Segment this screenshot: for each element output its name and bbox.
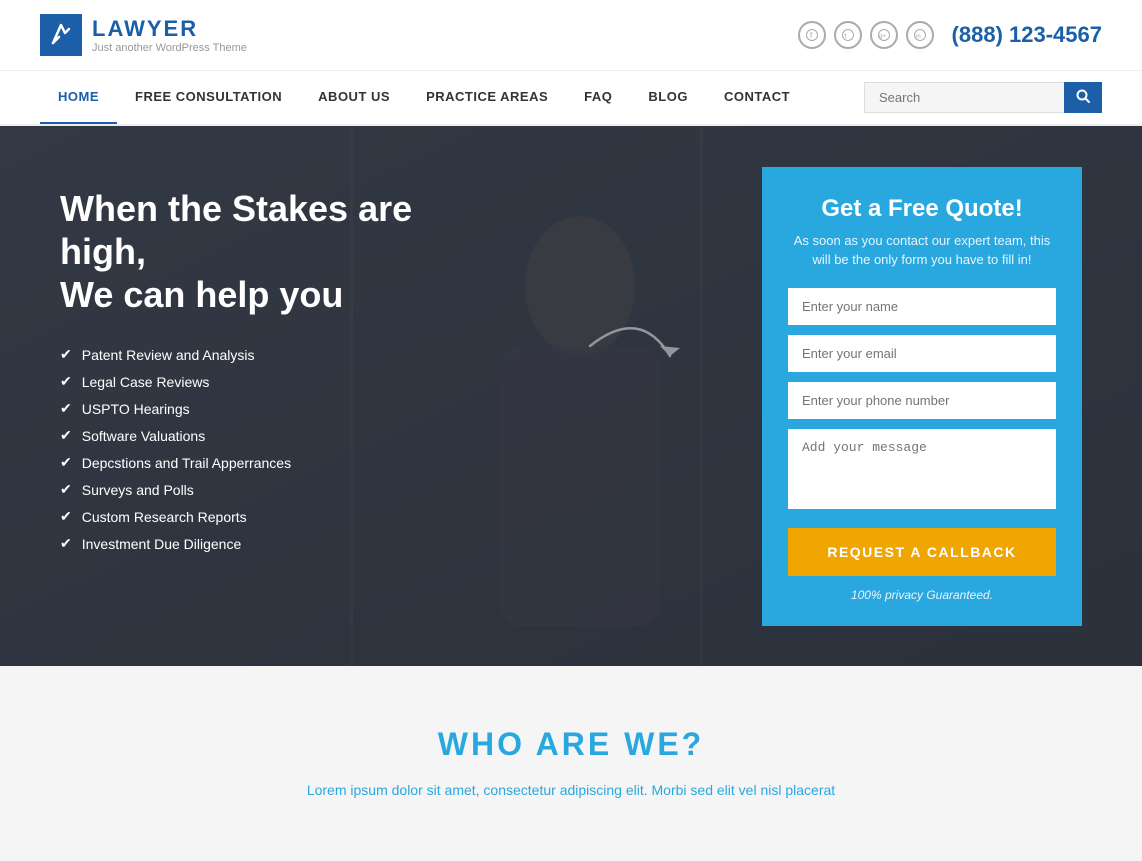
list-item: ✔Surveys and Polls bbox=[60, 481, 480, 498]
name-input[interactable] bbox=[788, 288, 1056, 325]
request-callback-button[interactable]: REQUEST A CALLBACK bbox=[788, 528, 1056, 576]
logo-title: LAWYER bbox=[92, 16, 247, 42]
who-text: Lorem ipsum dolor sit amet, consectetur … bbox=[221, 779, 921, 801]
nav-faq[interactable]: FAQ bbox=[566, 71, 630, 124]
who-title: WHO ARE WE? bbox=[40, 726, 1102, 763]
main-nav: HOME FREE CONSULTATION ABOUT US PRACTICE… bbox=[0, 71, 1142, 126]
list-item: ✔Depcstions and Trail Apperrances bbox=[60, 454, 480, 471]
checkmark-icon: ✔ bbox=[60, 427, 72, 444]
search-input[interactable] bbox=[864, 82, 1064, 113]
twitter-icon[interactable]: t bbox=[834, 21, 862, 49]
hero-list: ✔Patent Review and Analysis ✔Legal Case … bbox=[60, 346, 480, 552]
logo[interactable]: LAWYER Just another WordPress Theme bbox=[40, 14, 247, 56]
message-input[interactable] bbox=[788, 429, 1056, 509]
phone-number: (888) 123-4567 bbox=[952, 22, 1102, 48]
site-header: LAWYER Just another WordPress Theme f t bbox=[0, 0, 1142, 71]
logo-subtitle: Just another WordPress Theme bbox=[92, 42, 247, 54]
svg-text:t: t bbox=[844, 33, 846, 40]
nav-home[interactable]: HOME bbox=[40, 71, 117, 124]
googleplus-icon[interactable]: g+ bbox=[870, 21, 898, 49]
email-input[interactable] bbox=[788, 335, 1056, 372]
list-item: ✔Legal Case Reviews bbox=[60, 373, 480, 390]
list-item: ✔Custom Research Reports bbox=[60, 508, 480, 525]
facebook-icon[interactable]: f bbox=[798, 21, 826, 49]
svg-text:f: f bbox=[810, 31, 813, 40]
checkmark-icon: ✔ bbox=[60, 454, 72, 471]
quote-form-title: Get a Free Quote! bbox=[788, 195, 1056, 223]
logo-text: LAWYER Just another WordPress Theme bbox=[92, 16, 247, 54]
header-right: f t g+ in (888) bbox=[798, 21, 1102, 49]
nav-practice-areas[interactable]: PRACTICE AREAS bbox=[408, 71, 566, 124]
nav-free-consultation[interactable]: FREE CONSULTATION bbox=[117, 71, 300, 124]
phone-input[interactable] bbox=[788, 382, 1056, 419]
hero-headline: When the Stakes are high,We can help you bbox=[60, 187, 480, 317]
hero-section: When the Stakes are high,We can help you… bbox=[0, 126, 1142, 666]
checkmark-icon: ✔ bbox=[60, 481, 72, 498]
quote-form: Get a Free Quote! As soon as you contact… bbox=[762, 167, 1082, 626]
svg-text:g+: g+ bbox=[879, 34, 886, 40]
hero-content: When the Stakes are high,We can help you… bbox=[0, 127, 1142, 666]
logo-icon bbox=[40, 14, 82, 56]
checkmark-icon: ✔ bbox=[60, 535, 72, 552]
social-icons: f t g+ in bbox=[798, 21, 934, 49]
checkmark-icon: ✔ bbox=[60, 400, 72, 417]
nav-about-us[interactable]: ABOUT US bbox=[300, 71, 408, 124]
list-item: ✔Investment Due Diligence bbox=[60, 535, 480, 552]
checkmark-icon: ✔ bbox=[60, 508, 72, 525]
linkedin-icon[interactable]: in bbox=[906, 21, 934, 49]
nav-contact[interactable]: CONTACT bbox=[706, 71, 808, 124]
list-item: ✔Software Valuations bbox=[60, 427, 480, 444]
search-button[interactable] bbox=[1064, 82, 1102, 113]
list-item: ✔Patent Review and Analysis bbox=[60, 346, 480, 363]
svg-text:in: in bbox=[916, 34, 921, 40]
quote-form-subtitle: As soon as you contact our expert team, … bbox=[788, 231, 1056, 270]
checkmark-icon: ✔ bbox=[60, 346, 72, 363]
checkmark-icon: ✔ bbox=[60, 373, 72, 390]
hero-left: When the Stakes are high,We can help you… bbox=[60, 167, 480, 553]
search-area bbox=[864, 82, 1102, 113]
list-item: ✔USPTO Hearings bbox=[60, 400, 480, 417]
privacy-text: 100% privacy Guaranteed. bbox=[788, 588, 1056, 602]
nav-blog[interactable]: BLOG bbox=[630, 71, 706, 124]
who-section: WHO ARE WE? Lorem ipsum dolor sit amet, … bbox=[0, 666, 1142, 861]
nav-links: HOME FREE CONSULTATION ABOUT US PRACTICE… bbox=[40, 71, 808, 124]
